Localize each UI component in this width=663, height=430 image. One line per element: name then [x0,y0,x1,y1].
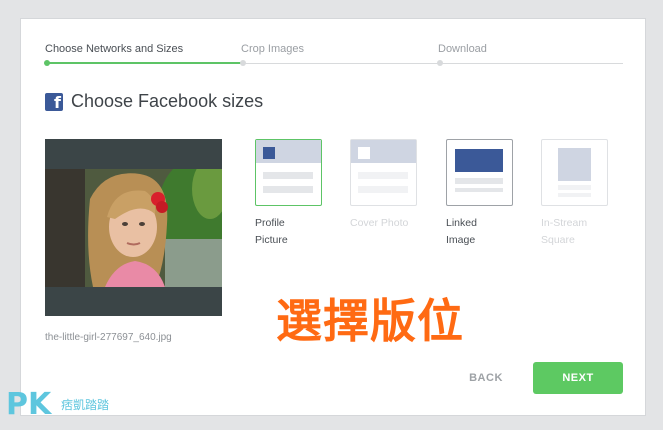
option-linked-image[interactable]: Linked Image [446,139,513,249]
watermark-logo: PK [6,387,52,422]
option-label: Linked Image [446,215,513,249]
progress-track-done [47,62,242,64]
profile-picture-thumbnail[interactable] [255,139,322,206]
dialog-card: Choose Networks and Sizes Crop Images Do… [20,18,646,416]
step-crop-images[interactable]: Crop Images [241,43,304,55]
option-in-stream-square[interactable]: In-Stream Square [541,139,608,249]
option-label-line: In-Stream [541,217,588,229]
watermark: PK 痞凱踏踏 [6,387,109,422]
page-title: Choose Facebook sizes [71,91,264,111]
step-download[interactable]: Download [438,43,487,55]
cover-photo-thumbnail[interactable] [350,139,417,206]
girl-photo [45,169,222,287]
back-button[interactable]: BACK [451,362,521,394]
progress-track [242,63,623,64]
option-label: Cover Photo [350,215,417,232]
option-label-line: Image [446,234,476,246]
image-preview [45,139,222,316]
section-heading: f Choose Facebook sizes [45,91,263,112]
option-label-line: Linked [446,217,477,229]
step-dot-2 [240,60,246,66]
option-label-line: Profile [255,217,285,229]
next-button[interactable]: NEXT [533,362,623,394]
option-label-line: Picture [255,234,288,246]
option-label-line: Cover Photo [350,217,409,229]
step-dot-3 [437,60,443,66]
image-filename: the-little-girl-277697_640.jpg [45,332,172,343]
linked-image-thumbnail[interactable] [446,139,513,206]
watermark-subtitle: 痞凱踏踏 [61,398,110,412]
option-profile-picture[interactable]: Profile Picture [255,139,322,249]
option-label: In-Stream Square [541,215,608,249]
facebook-icon: f [45,92,63,111]
step-choose-networks[interactable]: Choose Networks and Sizes [45,43,183,55]
option-label: Profile Picture [255,215,322,249]
step-dot-1 [44,60,50,66]
option-cover-photo[interactable]: Cover Photo [350,139,417,232]
option-label-line: Square [541,234,575,246]
in-stream-square-thumbnail[interactable] [541,139,608,206]
annotation-overlay-text: 選擇版位 [276,294,464,348]
